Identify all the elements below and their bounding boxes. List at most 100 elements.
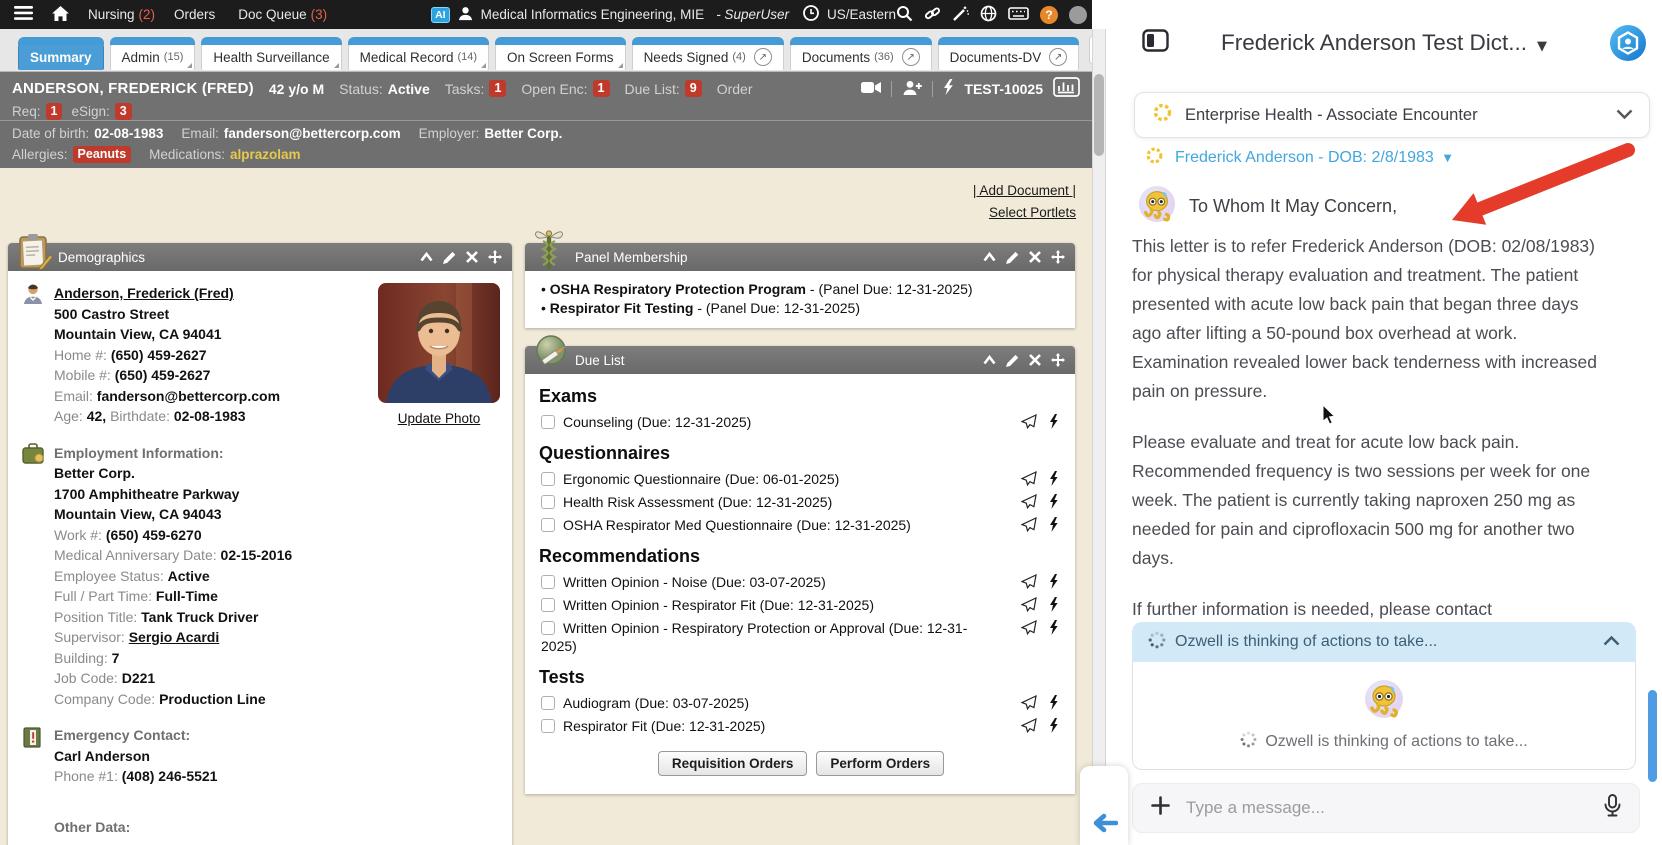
tab-medical-record[interactable]: Medical Record(14)	[348, 43, 489, 70]
video-camera-icon[interactable]	[861, 81, 881, 97]
send-order-icon[interactable]	[1021, 494, 1037, 509]
collapse-icon[interactable]	[983, 252, 996, 262]
tab-summary[interactable]: Summary	[18, 43, 104, 70]
allergy-badge[interactable]: Peanuts	[73, 146, 132, 163]
close-icon[interactable]	[1029, 251, 1041, 263]
order-link[interactable]: Order	[717, 81, 753, 97]
quick-action-bolt-icon[interactable]	[1049, 471, 1059, 486]
search-icon[interactable]	[896, 5, 913, 25]
edit-pencil-icon[interactable]	[1006, 251, 1019, 264]
tasks-counter[interactable]: Tasks:1	[445, 80, 507, 97]
move-icon[interactable]	[1051, 250, 1065, 264]
close-icon[interactable]	[466, 251, 478, 263]
external-link-icon[interactable]: ↗	[902, 48, 920, 66]
external-link-icon[interactable]: ↗	[754, 48, 772, 66]
nav-item-doc-queue[interactable]: Doc Queue(3)	[238, 7, 327, 22]
globe-icon[interactable]	[980, 5, 997, 25]
bar-chart-icon[interactable]	[1053, 77, 1080, 100]
chevron-down-icon[interactable]	[1616, 106, 1633, 125]
avatar[interactable]	[1069, 6, 1087, 24]
tab-admin[interactable]: Admin(15)	[110, 43, 196, 70]
sidebar-toggle-icon[interactable]	[1142, 27, 1169, 59]
help-icon[interactable]: ?	[1040, 6, 1058, 24]
collapse-icon[interactable]	[420, 252, 433, 262]
org-name[interactable]: Medical Informatics Engineering, MIE	[481, 7, 705, 22]
checkbox[interactable]	[541, 415, 555, 429]
chat-patient-context[interactable]: Frederick Anderson - DOB: 2/8/1983 ▼	[1144, 145, 1452, 171]
quick-action-bolt-icon[interactable]	[1049, 494, 1059, 509]
medication-value[interactable]: alprazolam	[230, 147, 301, 162]
send-order-icon[interactable]	[1021, 597, 1037, 612]
link-icon[interactable]	[924, 5, 941, 25]
encounter-id[interactable]: TEST-10025	[964, 81, 1043, 97]
esign-counter[interactable]: eSign:3	[71, 103, 131, 120]
edit-pencil-icon[interactable]	[443, 251, 456, 264]
send-order-icon[interactable]	[1021, 517, 1037, 532]
tab-documents-dv[interactable]: Documents-DV↗	[938, 43, 1080, 70]
send-order-icon[interactable]	[1021, 414, 1037, 429]
patient-name[interactable]: ANDERSON, FREDERICK (FRED)	[12, 80, 254, 97]
tab-on-screen-forms[interactable]: On Screen Forms	[495, 43, 626, 70]
update-photo-link[interactable]: Update Photo	[398, 409, 481, 430]
quick-action-bolt-icon[interactable]	[1049, 718, 1059, 733]
demographics-portlet-header[interactable]: Demographics	[8, 243, 512, 271]
collapse-icon[interactable]	[983, 355, 996, 365]
main-scrollbar-thumb[interactable]	[1094, 74, 1104, 156]
checkbox[interactable]	[541, 495, 555, 509]
quick-action-bolt-icon[interactable]	[1049, 574, 1059, 589]
back-arrow-icon[interactable]	[1090, 813, 1118, 838]
open-enc-counter[interactable]: Open Enc:1	[521, 80, 609, 97]
nav-item-nursing[interactable]: Nursing(2)	[88, 7, 155, 22]
move-icon[interactable]	[488, 250, 502, 264]
checkbox[interactable]	[541, 598, 555, 612]
nav-item-orders[interactable]: Orders	[174, 7, 219, 22]
tab-health-surveillance[interactable]: Health Surveillance	[201, 43, 341, 70]
microphone-icon[interactable]	[1604, 794, 1621, 822]
quick-action-bolt-icon[interactable]	[1049, 695, 1059, 710]
req-counter[interactable]: Req:1	[12, 103, 62, 120]
send-order-icon[interactable]	[1021, 620, 1037, 635]
chevron-up-icon[interactable]	[1603, 633, 1620, 651]
keyboard-icon[interactable]	[1008, 6, 1029, 24]
chat-scrollbar-thumb[interactable]	[1648, 690, 1657, 782]
move-icon[interactable]	[1051, 353, 1065, 367]
send-order-icon[interactable]	[1021, 574, 1037, 589]
tab-documents[interactable]: Documents(36)↗	[790, 43, 932, 70]
wand-icon[interactable]	[952, 5, 969, 25]
quick-action-bolt-icon[interactable]	[1049, 620, 1059, 635]
context-card-encounter[interactable]: Enterprise Health - Associate Encounter	[1134, 92, 1650, 138]
requisition-orders-button[interactable]: Requisition Orders	[658, 751, 808, 776]
close-icon[interactable]	[1029, 354, 1041, 366]
hamburger-menu-icon[interactable]	[14, 6, 33, 23]
checkbox[interactable]	[541, 621, 555, 635]
panel-membership-header[interactable]: Panel Membership	[525, 243, 1075, 271]
ozwell-logo[interactable]	[1609, 24, 1647, 67]
add-person-icon[interactable]	[902, 80, 922, 98]
checkbox[interactable]	[541, 575, 555, 589]
select-portlets-link[interactable]: Select Portlets	[989, 205, 1076, 220]
ai-badge[interactable]: AI	[431, 7, 450, 23]
quick-action-bolt-icon[interactable]	[1049, 414, 1059, 429]
perform-orders-button[interactable]: Perform Orders	[816, 751, 944, 776]
due-list-counter[interactable]: Due List:9	[625, 80, 702, 97]
due-list-header[interactable]: Due List	[525, 346, 1075, 374]
checkbox[interactable]	[541, 518, 555, 532]
thinking-collapse-header[interactable]: Ozwell is thinking of actions to take...	[1132, 622, 1636, 662]
send-order-icon[interactable]	[1021, 471, 1037, 486]
add-document-link[interactable]: | Add Document |	[973, 183, 1076, 198]
home-icon[interactable]	[52, 6, 69, 24]
checkbox[interactable]	[541, 696, 555, 710]
external-link-icon[interactable]: ↗	[1049, 48, 1067, 66]
lightning-bolt-icon[interactable]	[943, 79, 954, 98]
send-order-icon[interactable]	[1021, 718, 1037, 733]
quick-action-bolt-icon[interactable]	[1049, 597, 1059, 612]
tab-needs-signed[interactable]: Needs Signed(4)↗	[632, 43, 784, 70]
send-order-icon[interactable]	[1021, 695, 1037, 710]
timezone-label[interactable]: US/Eastern	[827, 7, 896, 22]
checkbox[interactable]	[541, 719, 555, 733]
checkbox[interactable]	[541, 472, 555, 486]
quick-action-bolt-icon[interactable]	[1049, 517, 1059, 532]
chat-session-title[interactable]: Frederick Anderson Test Dict...▼	[1176, 30, 1592, 56]
chat-collapse-tab[interactable]	[1080, 766, 1128, 845]
attach-plus-icon[interactable]	[1151, 796, 1170, 820]
